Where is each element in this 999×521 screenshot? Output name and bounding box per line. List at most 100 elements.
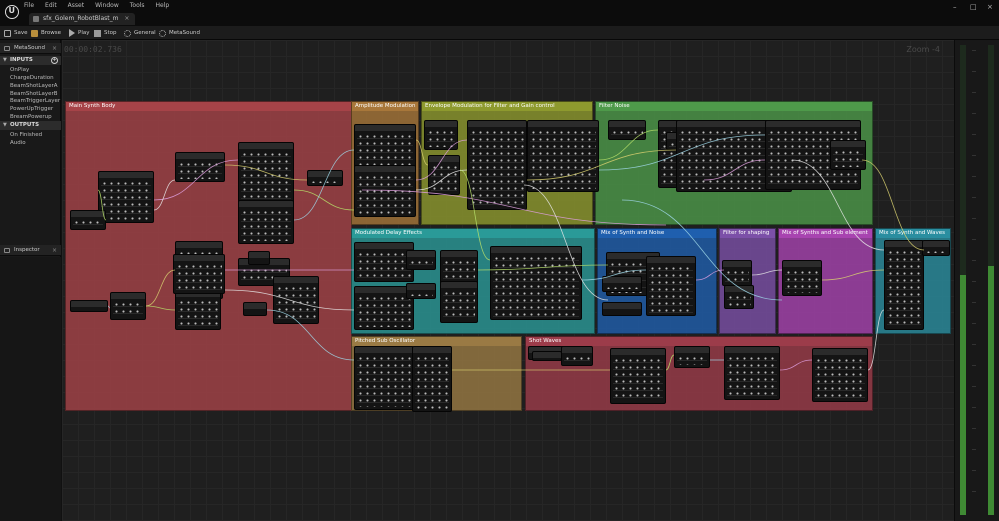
meter-tick — [972, 239, 976, 240]
meter-tick — [972, 428, 976, 429]
save-label: Save — [14, 30, 28, 36]
left-meter-fill — [960, 275, 966, 515]
toolbar: Save Browse Play Stop General MetaSound — [0, 26, 999, 40]
playback-time: 00:00:02.736 — [64, 45, 122, 54]
meter-tick — [972, 449, 976, 450]
wire[interactable] — [415, 139, 429, 166]
tab-inspector-label: Inspector — [14, 247, 40, 253]
outputs-section-header[interactable]: ▼ OUTPUTS — [0, 121, 61, 130]
metasound-icon — [4, 46, 10, 51]
stop-button[interactable]: Stop — [94, 28, 117, 38]
meter-tick — [972, 134, 976, 135]
wire[interactable] — [145, 269, 176, 307]
play-button[interactable]: Play — [69, 28, 89, 38]
menu-edit[interactable]: Edit — [45, 2, 57, 9]
tab-inspector[interactable]: Inspector × — [0, 245, 61, 256]
stop-label: Stop — [104, 30, 117, 36]
wire[interactable] — [224, 164, 308, 181]
unreal-logo-icon[interactable] — [5, 5, 19, 19]
input-item[interactable]: BreamPowerup — [10, 114, 52, 120]
wire[interactable] — [415, 169, 468, 191]
general-settings-button[interactable]: General — [124, 28, 156, 38]
wire[interactable] — [361, 189, 667, 226]
wire[interactable] — [153, 179, 176, 211]
input-item[interactable]: PowerUpTrigger — [10, 106, 53, 112]
general-label: General — [134, 30, 156, 36]
metasound-label: MetaSound — [169, 30, 200, 36]
wire[interactable] — [751, 269, 783, 276]
asset-tab[interactable]: sfx_Golem_RobotBlast_m × — [29, 13, 136, 25]
input-item[interactable]: BeamShotLayerA — [10, 83, 57, 89]
wire[interactable] — [459, 169, 491, 261]
tab-metasound[interactable]: MetaSound × — [0, 43, 61, 54]
tab-metasound-label: MetaSound — [14, 45, 45, 51]
wire[interactable] — [779, 359, 813, 371]
graph-canvas[interactable]: Main Synth Body Amplitude Modulation Envel… — [62, 40, 954, 521]
menu-bar: File Edit Asset Window Tools Help — [24, 2, 169, 9]
title-bar: File Edit Asset Window Tools Help sfx_Go… — [0, 0, 999, 26]
wire[interactable] — [224, 289, 355, 311]
play-icon — [69, 29, 75, 37]
wire[interactable] — [526, 149, 677, 181]
wire[interactable] — [293, 189, 355, 211]
inputs-header-label: INPUTS — [10, 57, 33, 63]
wire[interactable] — [665, 354, 675, 371]
panel-close-icon[interactable]: × — [52, 43, 57, 54]
meter-tick — [972, 365, 976, 366]
zoom-level: Zoom -4 — [906, 45, 940, 54]
browse-button[interactable]: Browse — [31, 28, 61, 38]
maximize-button[interactable]: □ — [970, 3, 977, 11]
menu-tools[interactable]: Tools — [130, 2, 145, 9]
wires-layer — [97, 129, 925, 371]
menu-help[interactable]: Help — [156, 2, 170, 9]
menu-asset[interactable]: Asset — [68, 2, 84, 9]
outputs-header-label: OUTPUTS — [10, 122, 40, 128]
inputs-section-header[interactable]: ▼ INPUTS + — [0, 56, 61, 65]
meter-tick — [972, 113, 976, 114]
wire[interactable] — [97, 189, 107, 221]
input-item[interactable]: ChargeDuration — [10, 75, 54, 81]
wire[interactable] — [821, 269, 885, 281]
meter-tick — [972, 407, 976, 408]
meter-tick — [972, 155, 976, 156]
wire[interactable] — [695, 269, 725, 281]
input-item[interactable]: BeamTriggerLayer — [10, 98, 60, 104]
output-item[interactable]: On Finished — [10, 132, 42, 138]
wire[interactable] — [791, 159, 885, 251]
wire[interactable] — [621, 199, 783, 301]
wire[interactable] — [861, 159, 925, 251]
wire[interactable] — [598, 134, 766, 171]
menu-file[interactable]: File — [24, 2, 34, 9]
wire[interactable] — [581, 269, 647, 281]
minimize-button[interactable]: – — [953, 3, 957, 11]
browse-label: Browse — [41, 30, 62, 36]
meter-tick — [972, 260, 976, 261]
wire[interactable] — [523, 184, 609, 301]
wire[interactable] — [703, 159, 766, 181]
close-window-button[interactable]: × — [987, 3, 993, 11]
gear-icon — [124, 29, 131, 37]
input-item[interactable]: BeamShotLayerB — [10, 91, 58, 97]
wire[interactable] — [153, 159, 239, 201]
meter-tick — [972, 470, 976, 471]
wire[interactable] — [867, 309, 885, 371]
left-channel-meter — [960, 45, 966, 515]
meter-tick — [972, 302, 976, 303]
wire[interactable] — [145, 305, 176, 311]
tab-close-icon[interactable]: × — [124, 15, 129, 22]
wire[interactable] — [107, 305, 111, 309]
meter-tick — [972, 323, 976, 324]
output-item[interactable]: Audio — [10, 140, 26, 146]
save-button[interactable]: Save — [4, 28, 28, 38]
wire[interactable] — [266, 309, 355, 361]
right-channel-meter — [988, 45, 994, 515]
meter-tick — [972, 50, 976, 51]
metasound-settings-button[interactable]: MetaSound — [159, 28, 200, 38]
add-input-icon[interactable]: + — [51, 57, 58, 64]
meter-tick — [972, 218, 976, 219]
menu-window[interactable]: Window — [95, 2, 119, 9]
input-item[interactable]: OnPlay — [10, 67, 29, 73]
panel-close-icon[interactable]: × — [52, 245, 57, 256]
wire[interactable] — [477, 264, 609, 271]
meter-tick — [972, 197, 976, 198]
